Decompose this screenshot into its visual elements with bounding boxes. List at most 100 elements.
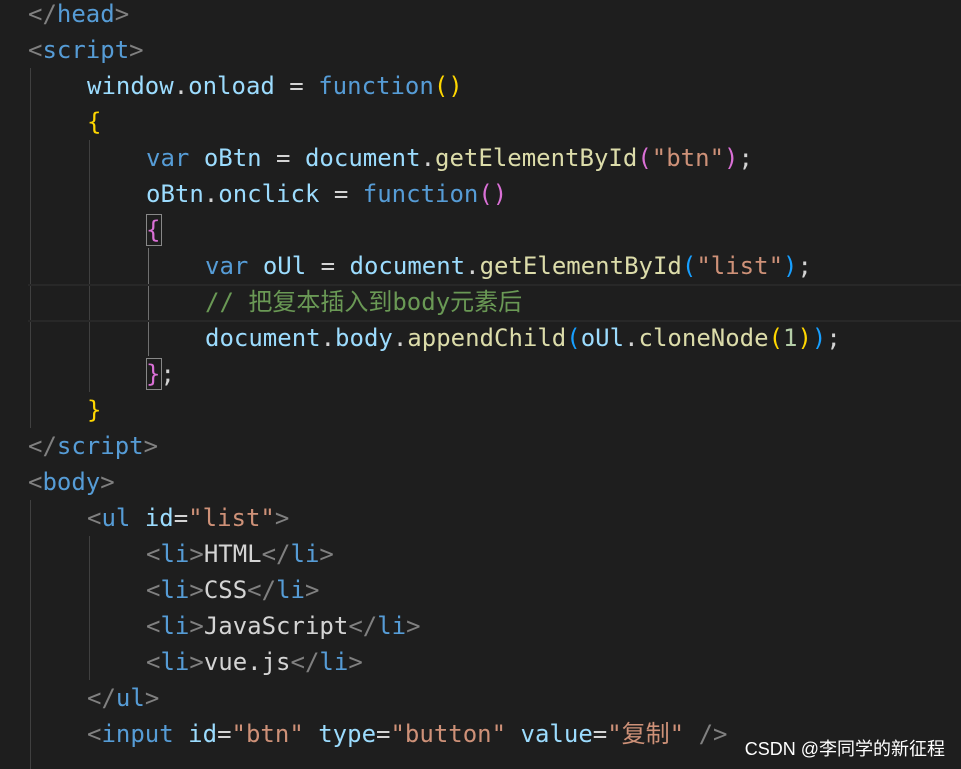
code-token: oBtn bbox=[203, 144, 262, 172]
code-line[interactable]: <script> bbox=[28, 32, 144, 68]
code-token: < bbox=[87, 720, 102, 748]
code-token: { bbox=[87, 108, 102, 136]
code-token: li bbox=[319, 648, 349, 676]
code-token: = bbox=[319, 180, 363, 208]
code-token: /> bbox=[698, 720, 728, 748]
code-token: = bbox=[261, 144, 305, 172]
code-token: } bbox=[146, 360, 161, 388]
code-token: </ bbox=[348, 612, 378, 640]
code-token: onclick bbox=[218, 180, 320, 208]
code-token: < bbox=[146, 612, 161, 640]
code-line[interactable]: <li>JavaScript</li> bbox=[146, 608, 421, 644]
code-token: ( bbox=[681, 252, 697, 280]
code-token: () bbox=[478, 180, 508, 208]
code-token: var bbox=[205, 252, 249, 280]
code-token: > bbox=[189, 648, 204, 676]
code-line[interactable]: window.onload = function() bbox=[87, 68, 463, 104]
code-token: ) bbox=[797, 324, 812, 352]
code-token: > bbox=[100, 468, 115, 496]
code-line[interactable]: document.body.appendChild(oUl.cloneNode(… bbox=[205, 320, 841, 356]
code-token: = bbox=[217, 720, 232, 748]
code-token: > bbox=[114, 0, 130, 28]
code-token: JavaScript bbox=[203, 612, 349, 640]
code-token: script bbox=[56, 432, 144, 460]
indent-guide bbox=[89, 536, 90, 680]
code-token: appendChild bbox=[407, 324, 567, 352]
code-token: id bbox=[144, 504, 174, 532]
code-token: ) bbox=[811, 324, 827, 352]
code-line[interactable]: <ul id="list"> bbox=[87, 500, 289, 536]
code-line[interactable]: oBtn.onclick = function() bbox=[146, 176, 507, 212]
code-line[interactable]: { bbox=[146, 212, 160, 248]
code-token: ; bbox=[160, 360, 175, 388]
code-token: = bbox=[173, 504, 189, 532]
code-token: > bbox=[274, 504, 290, 532]
code-token: li bbox=[276, 576, 305, 604]
code-token: id bbox=[188, 720, 218, 748]
code-token: > bbox=[144, 684, 160, 712]
code-token: "btn" bbox=[231, 720, 304, 748]
code-token: < bbox=[28, 36, 43, 64]
code-line[interactable]: </head> bbox=[28, 0, 129, 32]
code-token: li bbox=[160, 540, 190, 568]
code-token: HTML bbox=[203, 540, 262, 568]
code-token: < bbox=[146, 540, 161, 568]
code-token: > bbox=[189, 612, 204, 640]
code-editor[interactable]: </head> <script> window.onload = function(… bbox=[0, 0, 961, 769]
code-line[interactable]: } bbox=[87, 392, 101, 428]
code-line[interactable]: { bbox=[87, 104, 101, 140]
code-token: "list" bbox=[696, 252, 784, 280]
code-line[interactable]: <li>vue.js</li> bbox=[146, 644, 363, 680]
code-token: = bbox=[592, 720, 608, 748]
code-token: head bbox=[56, 0, 115, 28]
code-token: li bbox=[160, 648, 190, 676]
watermark: CSDN @李同学的新征程 bbox=[744, 739, 945, 759]
code-token: 1 bbox=[783, 324, 798, 352]
code-token: < bbox=[146, 576, 161, 604]
code-token: ( bbox=[566, 324, 581, 352]
code-token: ( bbox=[768, 324, 784, 352]
code-line[interactable]: // 把复本插入到body元素后 bbox=[205, 284, 522, 320]
code-line[interactable]: var oBtn = document.getElementById("btn"… bbox=[146, 140, 753, 176]
code-token: . bbox=[173, 72, 189, 100]
code-token: li bbox=[377, 612, 407, 640]
code-line[interactable]: <body> bbox=[28, 464, 115, 500]
code-line[interactable]: </script> bbox=[28, 428, 158, 464]
code-token: </ bbox=[247, 576, 277, 604]
code-token: </ bbox=[261, 540, 291, 568]
code-token: > bbox=[304, 576, 320, 604]
code-token: > bbox=[348, 648, 363, 676]
code-token: body bbox=[42, 468, 101, 496]
code-line[interactable]: <input id="btn" type="button" value="复制"… bbox=[87, 716, 727, 752]
code-token: </ bbox=[28, 432, 57, 460]
code-line[interactable]: <li>HTML</li> bbox=[146, 536, 334, 572]
code-token: type bbox=[318, 720, 377, 748]
code-line[interactable]: }; bbox=[146, 356, 175, 392]
code-token: = bbox=[306, 252, 350, 280]
code-token: . bbox=[624, 324, 639, 352]
code-token: function bbox=[318, 72, 434, 100]
code-token: vue.js bbox=[203, 648, 291, 676]
code-token: oBtn bbox=[146, 180, 204, 208]
code-token: > bbox=[189, 540, 204, 568]
code-token: = bbox=[376, 720, 391, 748]
code-line[interactable]: </ul> bbox=[87, 680, 159, 716]
code-token: ul bbox=[115, 684, 145, 712]
code-token: li bbox=[160, 612, 190, 640]
code-token: { bbox=[146, 216, 161, 244]
code-token: > bbox=[143, 432, 159, 460]
code-token: > bbox=[189, 576, 204, 604]
code-line[interactable]: var oUl = document.getElementById("list"… bbox=[205, 248, 812, 284]
code-line[interactable]: <li>CSS</li> bbox=[146, 572, 319, 608]
code-token: li bbox=[160, 576, 190, 604]
code-token: < bbox=[146, 648, 161, 676]
code-token: var bbox=[146, 144, 190, 172]
code-token: getElementById bbox=[435, 144, 638, 172]
code-token: > bbox=[129, 36, 144, 64]
code-token: . bbox=[320, 324, 336, 352]
